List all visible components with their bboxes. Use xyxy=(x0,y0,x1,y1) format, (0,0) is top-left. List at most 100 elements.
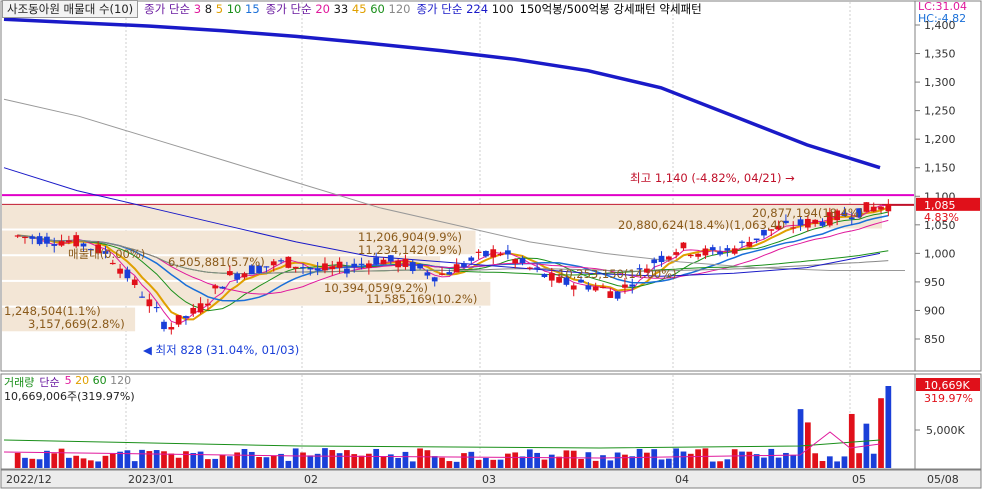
candle-body xyxy=(548,273,555,281)
candle-body xyxy=(175,315,182,325)
volume-bar xyxy=(885,386,892,468)
volume-bar xyxy=(878,398,884,468)
candle-body xyxy=(183,316,189,319)
candle-body xyxy=(344,268,350,274)
candle-body xyxy=(219,286,226,289)
ma-group-2[interactable]: 종가 단순 20 33 45 60 120 xyxy=(266,1,411,17)
volume-bar xyxy=(139,449,145,468)
candle-body xyxy=(351,263,358,268)
y-tick-label: 1,000 xyxy=(924,247,956,260)
candle-body xyxy=(695,253,701,257)
candle-body xyxy=(739,241,745,243)
y-tick-label: 950 xyxy=(924,276,945,289)
volume-bar xyxy=(702,448,709,468)
candle-body xyxy=(483,250,489,257)
volume-bar xyxy=(673,448,680,468)
ma-group-1[interactable]: 종가 단순 3 8 5 10 15 xyxy=(144,1,260,17)
candle-body xyxy=(197,303,204,313)
volume-bar xyxy=(548,454,555,468)
volume-bar xyxy=(256,457,262,468)
volume-bar xyxy=(205,459,211,468)
candle-body xyxy=(322,263,328,271)
candle-body xyxy=(161,321,167,330)
y-tick-label: 900 xyxy=(924,304,945,317)
x-tick-label: 2023/01 xyxy=(128,473,174,486)
candle-body xyxy=(592,286,599,291)
ma-group-1-periods: 3 8 5 10 15 xyxy=(194,2,260,16)
candle-body xyxy=(687,254,694,257)
candle-body xyxy=(870,206,877,212)
volume-bar xyxy=(607,460,614,468)
volume-bar xyxy=(819,461,826,468)
volume-bar xyxy=(768,448,775,468)
stock-name-tab[interactable]: 사조동아원 매물대 수(10) xyxy=(2,0,139,18)
volume-bar xyxy=(73,455,80,468)
ma-period-3: 3 xyxy=(193,2,205,16)
ma-period-20: 20 xyxy=(315,2,334,16)
volume-bar xyxy=(731,449,738,468)
volume-bar xyxy=(22,457,28,468)
volume-bar xyxy=(292,448,299,468)
candle-body xyxy=(651,259,658,264)
candle-body xyxy=(212,285,219,289)
volume-bar xyxy=(563,450,570,468)
volume-bar xyxy=(395,457,401,468)
candle-body xyxy=(665,256,672,260)
candle-body xyxy=(373,257,380,265)
candle-body xyxy=(541,273,548,278)
candle-body xyxy=(29,236,36,239)
ma-group-2-label: 종가 단순 xyxy=(265,2,312,16)
candle-body xyxy=(753,238,760,241)
ma-group-3[interactable]: 종가 단순 224 100 xyxy=(416,1,513,17)
candle-body xyxy=(117,268,123,274)
volume-bar xyxy=(658,459,665,468)
y-tick-label: 1,200 xyxy=(924,133,956,146)
candle-body xyxy=(226,271,233,276)
candle-body xyxy=(680,242,687,249)
candle-body xyxy=(241,273,248,278)
ma-period-45: 45 xyxy=(351,2,371,16)
volume-bar xyxy=(95,461,101,468)
candle-body xyxy=(497,253,504,256)
volume-bar xyxy=(592,460,599,468)
volume-bar xyxy=(226,456,233,468)
candle-body xyxy=(109,262,116,265)
ma-period-224: 224 xyxy=(466,2,492,16)
volume-bar xyxy=(102,455,109,468)
candle-body xyxy=(36,236,43,245)
ma-period-10: 10 xyxy=(226,2,246,16)
candle-body xyxy=(717,251,723,255)
profile-label: 매물대(0.00%) xyxy=(68,247,145,261)
volume-bar xyxy=(58,448,65,468)
volume-bar xyxy=(622,454,628,468)
volume-bar xyxy=(775,457,782,468)
candle-body xyxy=(702,248,709,256)
volume-bar xyxy=(439,457,445,468)
candle-body xyxy=(439,273,445,275)
y-tick-label: 1,300 xyxy=(924,76,956,89)
volume-bar xyxy=(695,449,701,468)
profile-label: 1,248,504(1.1%) xyxy=(4,304,101,318)
candle-body xyxy=(51,244,58,246)
volume-bar xyxy=(534,452,540,468)
volume-bar xyxy=(541,459,548,468)
candle-body xyxy=(746,241,753,247)
candle-body xyxy=(805,218,811,228)
candle-body xyxy=(600,286,606,289)
volume-bar xyxy=(219,454,226,468)
volume-bar xyxy=(87,460,94,468)
candle-body xyxy=(505,250,511,255)
volume-bar xyxy=(614,452,621,468)
candle-body xyxy=(146,299,153,307)
volume-bar xyxy=(402,451,409,468)
candle-body xyxy=(534,267,540,269)
volume-bar xyxy=(761,457,767,468)
ma-period-5: 5 xyxy=(64,374,76,387)
volume-bar xyxy=(358,455,365,468)
volume-bar xyxy=(168,453,175,468)
pattern-legend[interactable]: 150억봉/500억봉 강세패턴 약세패턴 xyxy=(520,1,702,17)
high-annotation: 최고 1,140 (-4.82%, 04/21) → xyxy=(630,171,795,185)
candle-body xyxy=(468,257,475,261)
volume-bar xyxy=(344,450,350,468)
volume-bar xyxy=(526,449,533,468)
